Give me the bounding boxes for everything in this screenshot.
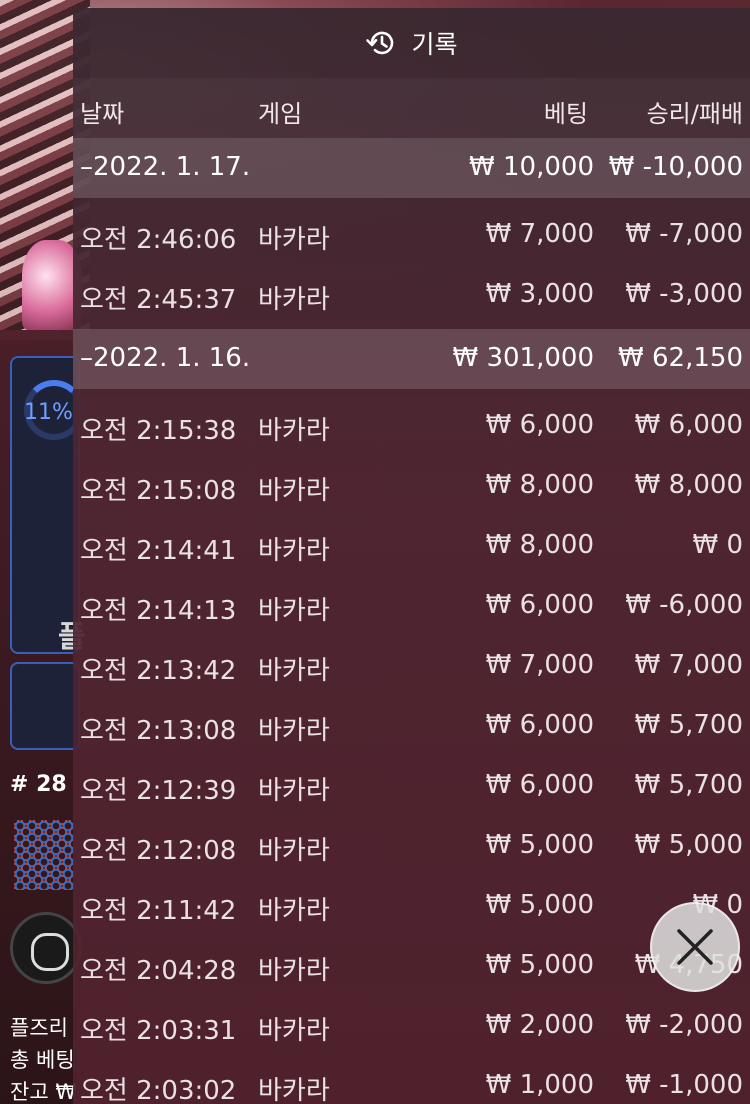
row-time: 오전 2:11:42	[80, 896, 237, 926]
group-bet-total: ₩ 10,000	[469, 152, 594, 182]
history-row[interactable]: 오전 2:13:08 바카라 ₩ 6,000 ₩ 5,700	[73, 696, 750, 756]
column-game: 게임	[258, 100, 303, 128]
group-date: –2022. 1. 16.	[80, 343, 251, 373]
history-row[interactable]: 오전 2:46:06 바카라 ₩ 7,000 ₩ -7,000	[73, 205, 750, 265]
history-row[interactable]: 오전 2:03:31 바카라 ₩ 2,000 ₩ -2,000	[73, 996, 750, 1056]
date-group-row[interactable]: –2022. 1. 17. ₩ 10,000 ₩ -10,000	[73, 138, 750, 198]
row-win-loss: ₩ -7,000	[625, 219, 743, 249]
row-game: 바카라	[258, 656, 330, 686]
history-row[interactable]: 오전 2:12:39 바카라 ₩ 6,000 ₩ 5,700	[73, 756, 750, 816]
row-game: 바카라	[258, 416, 330, 446]
row-bet: ₩ 6,000	[485, 590, 594, 620]
row-game: 바카라	[258, 836, 330, 866]
row-game: 바카라	[258, 225, 330, 255]
row-win-loss: ₩ 7,000	[634, 650, 743, 680]
row-time: 오전 2:12:08	[80, 836, 237, 866]
row-game: 바카라	[258, 776, 330, 806]
group-date: –2022. 1. 17.	[80, 152, 251, 182]
close-button[interactable]	[650, 902, 740, 992]
history-row[interactable]: 오전 2:14:41 바카라 ₩ 8,000 ₩ 0	[73, 516, 750, 576]
row-bet: ₩ 2,000	[485, 1010, 594, 1040]
row-time: 오전 2:04:28	[80, 956, 237, 986]
row-game: 바카라	[258, 896, 330, 926]
close-icon	[677, 929, 713, 965]
footer-line-2: 총 베팅	[10, 1048, 75, 1072]
row-bet: ₩ 8,000	[485, 530, 594, 560]
column-date: 날짜	[80, 100, 125, 128]
history-row[interactable]: 오전 2:11:42 바카라 ₩ 5,000 ₩ 0	[73, 876, 750, 936]
panel-header: 기록	[73, 8, 750, 78]
row-bet: ₩ 5,000	[485, 950, 594, 980]
row-time: 오전 2:15:38	[80, 416, 237, 446]
row-game: 바카라	[258, 1076, 330, 1104]
row-win-loss: ₩ 6,000	[634, 410, 743, 440]
history-icon	[366, 31, 394, 55]
group-win-total: ₩ 62,150	[618, 343, 743, 373]
footer-line-3: 잔고 ₩	[10, 1080, 77, 1104]
row-time: 오전 2:03:31	[80, 1016, 237, 1046]
row-bet: ₩ 7,000	[485, 650, 594, 680]
history-row[interactable]: 오전 2:15:38 바카라 ₩ 6,000 ₩ 6,000	[73, 396, 750, 456]
row-bet: ₩ 7,000	[485, 219, 594, 249]
row-bet: ₩ 8,000	[485, 470, 594, 500]
history-row[interactable]: 오전 2:13:42 바카라 ₩ 7,000 ₩ 7,000	[73, 636, 750, 696]
column-win-loss: 승리/패배	[646, 100, 743, 128]
row-bet: ₩ 5,000	[485, 890, 594, 920]
history-row[interactable]: 오전 2:12:08 바카라 ₩ 5,000 ₩ 5,000	[73, 816, 750, 876]
row-bet: ₩ 6,000	[485, 410, 594, 440]
row-game: 바카라	[258, 1016, 330, 1046]
row-game: 바카라	[258, 285, 330, 315]
bead-road	[14, 820, 74, 890]
panel-title: 기록	[411, 30, 458, 59]
history-row[interactable]: 오전 2:15:08 바카라 ₩ 8,000 ₩ 8,000	[73, 456, 750, 516]
round-number: # 28	[10, 772, 67, 797]
column-bet: 베팅	[543, 100, 588, 128]
row-game: 바카라	[258, 476, 330, 506]
group-win-total: ₩ -10,000	[608, 152, 743, 182]
row-win-loss: ₩ 0	[692, 530, 743, 560]
row-bet: ₩ 6,000	[485, 710, 594, 740]
group-bet-total: ₩ 301,000	[452, 343, 595, 373]
row-time: 오전 2:14:13	[80, 596, 237, 626]
row-game: 바카라	[258, 536, 330, 566]
row-bet: ₩ 5,000	[485, 830, 594, 860]
row-win-loss: ₩ -1,000	[625, 1070, 743, 1100]
row-win-loss: ₩ 5,700	[634, 770, 743, 800]
history-row[interactable]: 오전 2:03:02 바카라 ₩ 1,000 ₩ -1,000	[73, 1056, 750, 1104]
row-bet: ₩ 1,000	[485, 1070, 594, 1100]
row-time: 오전 2:45:37	[80, 285, 237, 315]
history-row[interactable]: 오전 2:04:28바카라₩ 5,000₩ 4,750	[73, 936, 750, 996]
row-time: 오전 2:46:06	[80, 225, 237, 255]
row-win-loss: ₩ -6,000	[625, 590, 743, 620]
row-game: 바카라	[258, 716, 330, 746]
history-panel: 기록 날짜 게임 베팅 승리/패배 –2022. 1. 17. ₩ 10,000 ₩…	[73, 8, 750, 1104]
column-header: 날짜 게임 베팅 승리/패배	[73, 78, 750, 138]
chip-icon[interactable]	[10, 912, 82, 984]
row-time: 오전 2:12:39	[80, 776, 237, 806]
row-time: 오전 2:13:08	[80, 716, 237, 746]
row-win-loss: ₩ -2,000	[625, 1010, 743, 1040]
row-game: 바카라	[258, 956, 330, 986]
row-time: 오전 2:15:08	[80, 476, 237, 506]
row-bet: ₩ 3,000	[485, 279, 594, 309]
row-bet: ₩ 6,000	[485, 770, 594, 800]
footer-line-1: 플즈리	[10, 1016, 68, 1040]
date-group-row[interactable]: –2022. 1. 16. ₩ 301,000 ₩ 62,150	[73, 329, 750, 389]
row-time: 오전 2:13:42	[80, 656, 237, 686]
row-win-loss: ₩ 8,000	[634, 470, 743, 500]
side-percent: 11%	[24, 400, 73, 425]
row-time: 오전 2:03:02	[80, 1076, 237, 1104]
row-game: 바카라	[258, 596, 330, 626]
row-win-loss: ₩ -3,000	[625, 279, 743, 309]
history-row[interactable]: 오전 2:14:13 바카라 ₩ 6,000 ₩ -6,000	[73, 576, 750, 636]
side-button[interactable]	[10, 662, 80, 750]
history-row[interactable]: 오전 2:45:37 바카라 ₩ 3,000 ₩ -3,000	[73, 265, 750, 325]
row-win-loss: ₩ 5,000	[634, 830, 743, 860]
row-win-loss: ₩ 5,700	[634, 710, 743, 740]
row-time: 오전 2:14:41	[80, 536, 237, 566]
